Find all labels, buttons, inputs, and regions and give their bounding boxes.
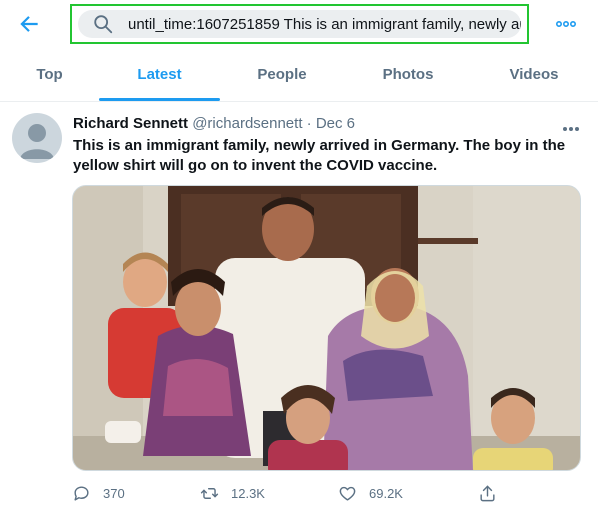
tab-latest[interactable]: Latest	[99, 52, 220, 102]
back-arrow-icon[interactable]	[16, 11, 42, 37]
share-icon	[480, 485, 495, 501]
tweet-date[interactable]: Dec 6	[316, 115, 355, 132]
tweet-more-icon[interactable]	[562, 120, 580, 131]
search-highlight-box: until_time:1607251859 This is an immigra…	[70, 4, 529, 44]
avatar[interactable]	[12, 113, 62, 163]
like-button[interactable]: 69.2K	[338, 481, 403, 505]
retweet-icon	[200, 487, 219, 499]
tweet-actions: 370 12.3K 69.2K	[72, 481, 582, 505]
retweet-count: 12.3K	[231, 485, 265, 501]
active-tab-indicator	[99, 98, 220, 101]
tab-top[interactable]: Top	[0, 52, 99, 102]
reply-count: 370	[103, 485, 125, 501]
tweet-text: This is an immigrant family, newly arriv…	[73, 137, 566, 174]
reply-button[interactable]: 370	[72, 481, 125, 505]
tab-videos[interactable]: Videos	[472, 52, 596, 102]
separator: ·	[306, 115, 312, 132]
like-count: 69.2K	[369, 485, 403, 501]
search-input[interactable]: until_time:1607251859 This is an immigra…	[128, 16, 521, 33]
top-bar: until_time:1607251859 This is an immigra…	[0, 0, 598, 50]
share-button[interactable]	[478, 481, 497, 505]
reply-icon	[74, 485, 89, 501]
author-name[interactable]: Richard Sennett	[73, 115, 188, 132]
author-handle[interactable]: @richardsennett	[192, 115, 302, 132]
tweet-header: Richard Sennett @richardsennett · Dec 6	[73, 115, 355, 132]
retweet-button[interactable]: 12.3K	[200, 481, 265, 505]
tab-people[interactable]: People	[220, 52, 344, 102]
search-tabs: Top Latest People Photos Videos	[0, 52, 598, 102]
search-bar[interactable]: until_time:1607251859 This is an immigra…	[78, 10, 521, 38]
tweet-photo[interactable]	[72, 185, 581, 471]
tab-photos[interactable]: Photos	[344, 52, 472, 102]
tweet[interactable]: Richard Sennett @richardsennett · Dec 6 …	[0, 103, 598, 513]
search-icon	[94, 15, 113, 34]
more-options-icon[interactable]	[554, 14, 578, 34]
like-icon	[339, 486, 356, 501]
